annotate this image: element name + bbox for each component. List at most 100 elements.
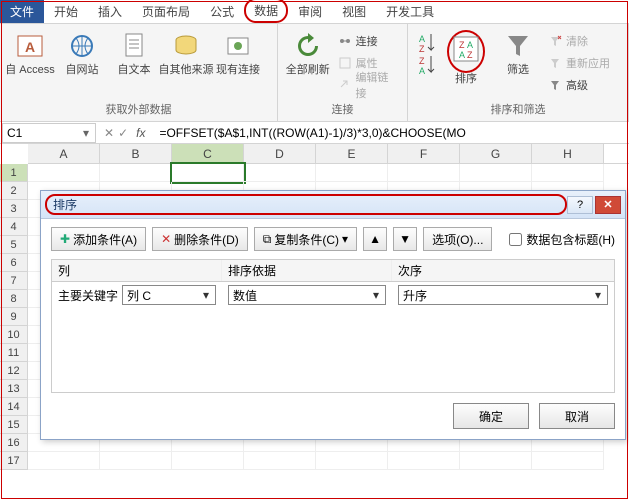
- col-G[interactable]: G: [460, 144, 532, 163]
- col-header-order: 次序: [392, 260, 614, 281]
- row-4[interactable]: 4: [0, 218, 28, 236]
- move-up-button[interactable]: ▲: [363, 227, 387, 251]
- from-other-button[interactable]: 自其他来源: [160, 26, 212, 76]
- row-13[interactable]: 13: [0, 380, 28, 398]
- row-9[interactable]: 9: [0, 308, 28, 326]
- row-12[interactable]: 12: [0, 362, 28, 380]
- connections-label: 连接: [356, 33, 378, 49]
- dialog-titlebar[interactable]: 排序 ? ✕: [41, 191, 625, 219]
- row-3[interactable]: 3: [0, 200, 28, 218]
- col-D[interactable]: D: [244, 144, 316, 163]
- from-access-button[interactable]: A 自 Access: [4, 26, 56, 76]
- has-header-checkbox[interactable]: 数据包含标题(H): [509, 231, 615, 248]
- dialog-buttons: 确定 取消: [41, 393, 625, 439]
- name-box-dropdown-icon[interactable]: ▾: [81, 123, 91, 143]
- from-text-button[interactable]: 自文本: [108, 26, 160, 76]
- formula-input[interactable]: =OFFSET($A$1,INT((ROW(A1)-1)/3)*3,0)&CHO…: [155, 126, 629, 140]
- col-H[interactable]: H: [532, 144, 604, 163]
- clear-filter-button[interactable]: 清除: [544, 30, 614, 52]
- tab-insert[interactable]: 插入: [88, 0, 132, 23]
- copy-level-button[interactable]: ⧉复制条件(C)▾: [254, 227, 357, 251]
- existing-conn-icon: [222, 30, 254, 62]
- tab-layout[interactable]: 页面布局: [132, 0, 200, 23]
- other-sources-icon: [170, 30, 202, 62]
- tab-file[interactable]: 文件: [0, 0, 44, 23]
- refresh-all-button[interactable]: 全部刷新: [282, 26, 334, 76]
- move-down-button[interactable]: ▼: [393, 227, 417, 251]
- sort-asc-desc-button[interactable]: AZ ZA: [412, 26, 440, 78]
- from-text-label: 自文本: [118, 64, 151, 76]
- sort-column-dropdown[interactable]: 列 C ▾: [122, 285, 216, 305]
- connections-button[interactable]: 连接: [334, 30, 403, 52]
- sort-az-icon: AZ ZA: [415, 30, 437, 76]
- tab-data[interactable]: 数据: [244, 0, 288, 23]
- add-level-button[interactable]: ✚添加条件(A): [51, 227, 146, 251]
- tab-review[interactable]: 审阅: [288, 0, 332, 23]
- ok-button[interactable]: 确定: [453, 403, 529, 429]
- row-8[interactable]: 8: [0, 290, 28, 308]
- existing-conn-button[interactable]: 现有连接: [212, 26, 264, 76]
- group-connections: 全部刷新 连接 属性 编辑链接 连接: [278, 24, 408, 121]
- sort-button[interactable]: ZAAZ 排序: [440, 26, 492, 85]
- chevron-down-icon: ▾: [201, 288, 211, 302]
- chevron-down-icon: ▾: [593, 288, 603, 302]
- col-F[interactable]: F: [388, 144, 460, 163]
- has-header-label: 数据包含标题(H): [526, 231, 615, 248]
- row-15[interactable]: 15: [0, 416, 28, 434]
- sort-order-dropdown[interactable]: 升序 ▾: [398, 285, 608, 305]
- properties-icon: [338, 56, 352, 70]
- row-11[interactable]: 11: [0, 344, 28, 362]
- col-A[interactable]: A: [28, 144, 100, 163]
- formula-bar-icons: ✕ ✓ fx: [98, 126, 155, 140]
- filter-button[interactable]: 筛选: [492, 26, 544, 76]
- filter-icon: [502, 30, 534, 62]
- row-1[interactable]: 1: [0, 164, 28, 182]
- options-button[interactable]: 选项(O)...: [423, 227, 492, 251]
- fx-icon[interactable]: fx: [132, 126, 149, 140]
- sort-on-dropdown[interactable]: 数值▾: [228, 285, 386, 305]
- tab-view[interactable]: 视图: [332, 0, 376, 23]
- col-E[interactable]: E: [316, 144, 388, 163]
- tab-home[interactable]: 开始: [44, 0, 88, 23]
- svg-text:Z: Z: [459, 40, 465, 50]
- row-16[interactable]: 16: [0, 434, 28, 452]
- row-2[interactable]: 2: [0, 182, 28, 200]
- row-6[interactable]: 6: [0, 254, 28, 272]
- svg-text:Z: Z: [467, 50, 473, 60]
- sort-order-value: 升序: [403, 287, 427, 304]
- from-other-label: 自其他来源: [159, 64, 214, 76]
- col-B[interactable]: B: [100, 144, 172, 163]
- edit-links-button[interactable]: 编辑链接: [334, 74, 403, 96]
- sort-icon: ZAAZ: [451, 34, 481, 64]
- row-17[interactable]: 17: [0, 452, 28, 470]
- accept-formula-icon[interactable]: ✓: [118, 126, 128, 140]
- name-box[interactable]: C1 ▾: [2, 123, 96, 143]
- row-10[interactable]: 10: [0, 326, 28, 344]
- delete-level-button[interactable]: ✕删除条件(D): [152, 227, 248, 251]
- tab-dev[interactable]: 开发工具: [376, 0, 444, 23]
- row-5[interactable]: 5: [0, 236, 28, 254]
- advanced-filter-button[interactable]: 高级: [544, 74, 614, 96]
- sort-column-value: 列 C: [127, 287, 151, 304]
- tab-formula[interactable]: 公式: [200, 0, 244, 23]
- group-sort-filter: AZ ZA ZAAZ 排序 筛选 清除: [408, 24, 629, 121]
- dialog-close-button[interactable]: ✕: [595, 196, 621, 214]
- cancel-formula-icon[interactable]: ✕: [104, 126, 114, 140]
- dialog-toolbar: ✚添加条件(A) ✕删除条件(D) ⧉复制条件(C)▾ ▲ ▼ 选项(O)...…: [41, 219, 625, 259]
- row-7[interactable]: 7: [0, 272, 28, 290]
- group-external-data: A 自 Access 自网站 自文本 自其他来源 现有连接 获取外部数据: [0, 24, 278, 121]
- clear-filter-label: 清除: [566, 33, 588, 49]
- column-headers: A B C D E F G H: [28, 144, 629, 164]
- reapply-button[interactable]: 重新应用: [544, 52, 614, 74]
- dialog-help-button[interactable]: ?: [567, 196, 593, 214]
- from-web-button[interactable]: 自网站: [56, 26, 108, 76]
- svg-text:A: A: [419, 66, 425, 76]
- connections-icon: [338, 34, 352, 48]
- has-header-input[interactable]: [509, 233, 522, 246]
- reapply-icon: [548, 56, 562, 70]
- web-icon: [66, 30, 98, 62]
- sort-levels-grid: 列 排序依据 次序 主要关键字 列 C▾ 数值▾ 升序▾: [51, 259, 615, 393]
- cancel-button[interactable]: 取消: [539, 403, 615, 429]
- row-14[interactable]: 14: [0, 398, 28, 416]
- col-C[interactable]: C: [172, 144, 244, 163]
